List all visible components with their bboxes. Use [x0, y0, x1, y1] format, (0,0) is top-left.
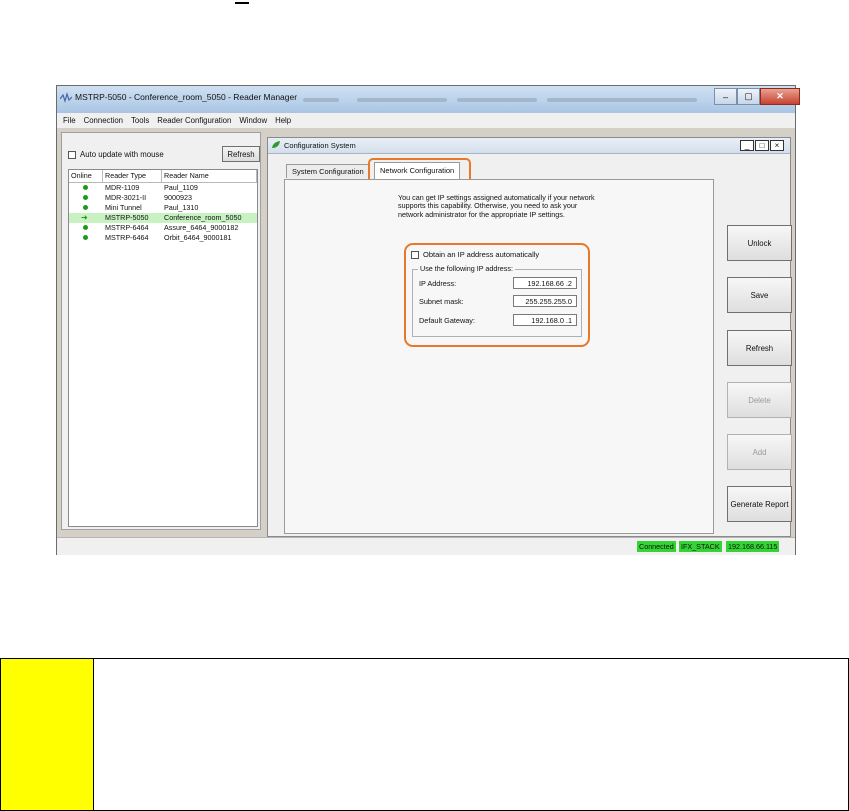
configuration-window: Configuration System _ □ × System Config… — [267, 137, 792, 537]
subnet-mask-label: Subnet mask: — [419, 297, 464, 306]
obtain-ip-auto-option[interactable]: Obtain an IP address automatically — [411, 250, 539, 259]
reader-type: MSTRP-6464 — [105, 233, 149, 242]
app-title: MSTRP-5050 - Conference_room_5050 - Read… — [75, 92, 298, 102]
table-row[interactable]: MSTRP-6464 Orbit_6464_9000181 — [69, 233, 257, 243]
subnet-mask-field[interactable]: 255.255.255.0 — [513, 295, 577, 307]
generate-report-button[interactable]: Generate Report — [727, 486, 792, 522]
minimize-icon[interactable]: – — [714, 88, 737, 105]
online-status-icon — [83, 235, 88, 240]
title-bar-blur — [303, 98, 339, 102]
menu-reader-configuration[interactable]: Reader Configuration — [157, 113, 231, 128]
table-row-selected[interactable]: ➜ MSTRP-5050 Conference_room_5050 — [69, 213, 257, 223]
note-marker — [1, 659, 94, 810]
refresh-readers-button[interactable]: Refresh — [222, 146, 260, 162]
leaf-icon — [272, 141, 280, 148]
table-row[interactable]: MDR-3021-II 9000923 — [69, 193, 257, 203]
tab-system-configuration[interactable]: System Configuration — [286, 164, 370, 178]
auto-update-option[interactable]: Auto update with mouse — [68, 150, 164, 159]
close-icon[interactable]: ✕ — [760, 88, 800, 105]
network-configuration-panel: You can get IP settings assigned automat… — [284, 179, 714, 534]
reader-name: Paul_1310 — [164, 203, 199, 212]
reader-table: Online Reader Type Reader Name MDR-1109 … — [68, 169, 258, 527]
auto-update-label: Auto update with mouse — [80, 150, 164, 159]
reader-type: Mini Tunnel — [105, 203, 142, 212]
reader-name: Paul_1109 — [164, 183, 198, 192]
note-box — [0, 658, 849, 811]
reader-name: Assure_6464_9000182 — [164, 223, 239, 232]
connection-status: Connected — [637, 541, 676, 552]
window-controls: – ▢ ✕ — [714, 88, 800, 106]
reader-manager-window: MSTRP-5050 - Conference_room_5050 - Read… — [56, 85, 800, 555]
table-row[interactable]: MDR-1109 Paul_1109 — [69, 183, 257, 193]
selected-arrow-icon: ➜ — [81, 213, 88, 222]
menu-connection[interactable]: Connection — [84, 113, 123, 128]
auto-update-checkbox[interactable] — [68, 150, 76, 159]
column-header-reader-name[interactable]: Reader Name — [162, 170, 257, 182]
save-button[interactable]: Save — [727, 277, 792, 313]
ip-address-label: IP Address: — [419, 279, 457, 288]
title-bar-blur — [547, 98, 697, 102]
config-minimize-icon[interactable]: _ — [740, 140, 754, 151]
default-gateway-field[interactable]: 192.168.0 .1 — [513, 314, 577, 326]
ip-address-field[interactable]: 192.168.66 .2 — [513, 277, 577, 289]
title-bar-blur — [357, 98, 447, 102]
online-status-icon — [83, 225, 88, 230]
menu-bar: File Connection Tools Reader Configurati… — [57, 113, 795, 128]
config-close-icon[interactable]: × — [770, 140, 784, 151]
obtain-ip-auto-checkbox[interactable] — [411, 250, 419, 259]
config-title: Configuration System — [284, 141, 356, 150]
config-window-controls: _ □ × — [740, 140, 784, 151]
ip-info-text: You can get IP settings assigned automat… — [398, 193, 595, 219]
reader-name: Conference_room_5050 — [164, 213, 242, 222]
online-status-icon — [83, 185, 88, 190]
table-row[interactable]: MSTRP-6464 Assure_6464_9000182 — [69, 223, 257, 233]
app-wave-icon — [60, 92, 72, 104]
reader-name: Orbit_6464_9000181 — [164, 233, 232, 242]
reader-type: MDR-1109 — [105, 183, 140, 192]
status-bar: Connected IFX_STACK 192.168.66.115 — [57, 537, 795, 555]
reader-type: MSTRP-6464 — [105, 223, 149, 232]
table-row[interactable]: Mini Tunnel Paul_1310 — [69, 203, 257, 213]
reader-name: 9000923 — [164, 193, 192, 202]
reader-list-panel: Auto update with mouse Refresh Online Re… — [61, 132, 261, 530]
refresh-button[interactable]: Refresh — [727, 330, 792, 366]
table-header: Online Reader Type Reader Name — [69, 170, 257, 183]
title-bar[interactable]: MSTRP-5050 - Conference_room_5050 - Read… — [57, 86, 800, 113]
column-header-online[interactable]: Online — [69, 170, 103, 182]
add-button[interactable]: Add — [727, 434, 792, 470]
menu-help[interactable]: Help — [275, 113, 291, 128]
reader-type: MDR-3021-II — [105, 193, 147, 202]
unlock-button[interactable]: Unlock — [727, 225, 792, 261]
obtain-ip-auto-label: Obtain an IP address automatically — [423, 250, 540, 259]
menu-window[interactable]: Window — [239, 113, 267, 128]
config-maximize-icon[interactable]: □ — [755, 140, 769, 151]
online-status-icon — [83, 205, 88, 210]
column-header-reader-type[interactable]: Reader Type — [103, 170, 162, 182]
menu-file[interactable]: File — [63, 113, 76, 128]
default-gateway-label: Default Gateway: — [419, 316, 475, 325]
reader-type: MSTRP-5050 — [105, 213, 149, 222]
title-bar-blur — [457, 98, 537, 102]
config-title-bar[interactable]: Configuration System _ □ × — [268, 138, 790, 154]
ip-status: 192.168.66.115 — [726, 541, 780, 552]
static-ip-group-label: Use the following IP address: — [418, 264, 515, 273]
underline-mark — [235, 2, 249, 4]
menu-tools[interactable]: Tools — [131, 113, 149, 128]
delete-button[interactable]: Delete — [727, 382, 792, 418]
online-status-icon — [83, 195, 88, 200]
stack-status: IFX_STACK — [679, 541, 722, 552]
maximize-icon[interactable]: ▢ — [737, 88, 760, 105]
static-ip-group: Use the following IP address: IP Address… — [412, 264, 582, 337]
